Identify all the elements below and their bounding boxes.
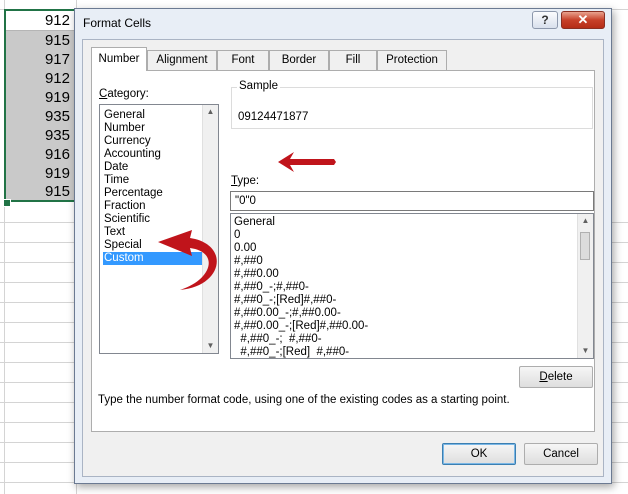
format-item[interactable]: 0: [234, 229, 240, 242]
format-item[interactable]: #,##0: [234, 255, 263, 268]
dialog-titlebar[interactable]: Format Cells ? ✕: [75, 9, 611, 37]
type-input[interactable]: [230, 191, 594, 211]
scroll-down-icon[interactable]: ▼: [578, 344, 593, 358]
category-item-fraction[interactable]: Fraction: [103, 200, 204, 213]
format-item[interactable]: #,##0.00_-;[Red]#,##0.00-: [234, 320, 368, 333]
format-item[interactable]: #,##0_-;#,##0-: [234, 281, 309, 294]
format-item[interactable]: #,##0_-;[Red]#,##0-: [234, 294, 336, 307]
cell-selection-border: [4, 9, 76, 202]
ok-button[interactable]: OK: [442, 443, 516, 465]
delete-button[interactable]: Delete: [519, 366, 593, 388]
category-item-general[interactable]: General: [103, 109, 204, 122]
tab-border[interactable]: Border: [269, 50, 329, 70]
tab-number[interactable]: Number: [91, 47, 147, 71]
cancel-button[interactable]: Cancel: [524, 443, 598, 465]
sample-value: 09124471877: [238, 111, 309, 123]
category-label-text: ategory:: [107, 88, 149, 100]
category-label: Category:: [99, 88, 149, 100]
category-item-percentage[interactable]: Percentage: [103, 187, 204, 200]
help-button[interactable]: ?: [532, 11, 558, 29]
delete-label-accesskey: D: [539, 371, 548, 383]
type-label: Type:: [231, 175, 259, 187]
category-item-date[interactable]: Date: [103, 161, 204, 174]
tab-protection[interactable]: Protection: [377, 50, 447, 70]
format-scrollbar[interactable]: ▲ ▼: [577, 214, 593, 358]
category-item-currency[interactable]: Currency: [103, 135, 204, 148]
dialog-title: Format Cells: [83, 16, 152, 30]
hint-text: Type the number format code, using one o…: [98, 394, 510, 406]
format-code-listbox[interactable]: General 0 0.00 #,##0 #,##0.00 #,##0_-;#,…: [230, 213, 594, 359]
tab-fill[interactable]: Fill: [329, 50, 377, 70]
format-item[interactable]: #,##0.00_-;#,##0.00-: [234, 307, 341, 320]
scroll-up-icon[interactable]: ▲: [203, 105, 218, 119]
category-item-number[interactable]: Number: [103, 122, 204, 135]
scroll-up-icon[interactable]: ▲: [578, 214, 593, 228]
scroll-down-icon[interactable]: ▼: [203, 339, 218, 353]
type-label-text: ype:: [237, 175, 260, 187]
fill-handle[interactable]: [3, 199, 11, 207]
annotation-arrow-left-icon: [278, 152, 336, 172]
sample-label: Sample: [237, 80, 280, 92]
category-item-scientific[interactable]: Scientific: [103, 213, 204, 226]
format-item[interactable]: #,##0.00: [234, 268, 279, 281]
format-item[interactable]: General: [234, 216, 275, 229]
annotation-arrow-curved-icon: [158, 230, 217, 290]
format-item[interactable]: #,##0_-; #,##0-: [234, 333, 321, 346]
format-item[interactable]: 0.00: [234, 242, 256, 255]
tab-alignment[interactable]: Alignment: [147, 50, 217, 70]
category-item-accounting[interactable]: Accounting: [103, 148, 204, 161]
delete-label-text: elete: [547, 371, 573, 383]
close-button[interactable]: ✕: [561, 11, 605, 29]
format-item[interactable]: #,##0_-;[Red] #,##0-: [234, 346, 349, 358]
scroll-thumb[interactable]: [580, 232, 590, 260]
tab-font[interactable]: Font: [217, 50, 269, 70]
category-item-time[interactable]: Time: [103, 174, 204, 187]
